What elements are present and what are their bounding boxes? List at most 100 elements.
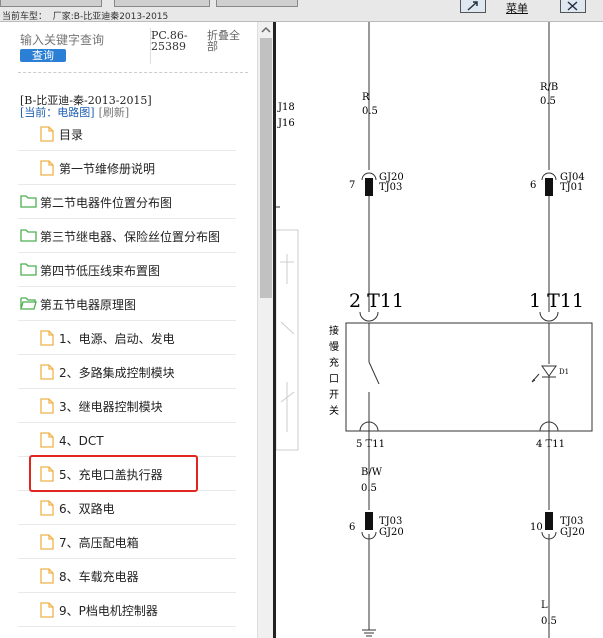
tree-item[interactable]: 2、多路集成控制模块 <box>18 355 236 389</box>
toolbar-tab-1[interactable] <box>0 0 102 7</box>
fold-all-button[interactable]: 折叠全部 <box>207 30 240 52</box>
conn-right-top-pin: 6 <box>530 180 536 191</box>
tree-item-label: 6、双路电 <box>59 502 115 516</box>
tree-item[interactable]: 3、继电器控制模块 <box>18 389 236 423</box>
tree-item[interactable]: 9、P档电机控制器 <box>18 593 236 627</box>
diode-icon <box>541 365 557 377</box>
file-icon <box>40 534 54 553</box>
connector-right-bottom <box>545 512 553 530</box>
scrollbar[interactable] <box>257 22 274 638</box>
file-icon <box>40 160 54 179</box>
tree-item[interactable]: 8、车载充电器 <box>18 559 236 593</box>
scrollbar-thumb[interactable] <box>260 38 272 298</box>
tree-item-label: 3、继电器控制模块 <box>59 400 163 414</box>
vehicle-label: 当前车型： <box>2 12 48 22</box>
tree-item[interactable]: 第一节维修册说明 <box>18 151 236 185</box>
conn-right-bottom-code1: TJ03 <box>560 516 583 527</box>
tree-item-label: 7、高压配电箱 <box>59 536 139 550</box>
connector-left-top <box>365 178 373 196</box>
tree-item[interactable]: 1、电源、启动、发电 <box>18 321 236 355</box>
pin-left-top-arc <box>359 311 379 322</box>
conn-right-top-code2: TJ01 <box>560 182 583 193</box>
svg-text:慢: 慢 <box>329 341 339 353</box>
watermark-strokes <box>280 254 295 432</box>
module-name-vertical: 接 慢 充 口 开 关 <box>329 324 339 417</box>
tree-item[interactable]: 第三节继电器、保险丝位置分布图 <box>18 219 236 253</box>
module-left-label: 2 T11 <box>349 290 404 312</box>
tree-item[interactable]: 7、高压配电箱 <box>18 525 236 559</box>
pin-left-bottom: 5 T11 <box>356 439 385 450</box>
tree-item-label: 第二节电器件位置分布图 <box>40 196 173 210</box>
catalog-panel: 查询 PC.86-25389 折叠全部 [B-比亚迪-秦-2013-2015] … <box>0 22 257 638</box>
pin-right-bottom: 4 T11 <box>536 439 565 450</box>
tree-item[interactable]: 第二节电器件位置分布图 <box>18 185 236 219</box>
tree-item-label: 8、车载充电器 <box>59 570 139 584</box>
menu-button[interactable]: 菜单 <box>506 0 528 16</box>
folder-open-icon <box>20 296 37 313</box>
pin-right-top-arc <box>539 311 559 322</box>
top-toolbar: 菜单 当前车型： 厂家:B-比亚迪秦2013-2015 <box>0 0 603 22</box>
diode-label: D1 <box>559 368 569 376</box>
wire-left-top-color: R <box>362 92 370 103</box>
svg-text:接: 接 <box>329 324 339 337</box>
connector-right-top <box>545 178 553 196</box>
ground-icon <box>362 629 376 637</box>
file-icon <box>40 398 54 417</box>
svg-text:充: 充 <box>329 356 339 369</box>
file-icon <box>40 602 54 621</box>
wire-right-top-gauge: 0.5 <box>540 96 556 107</box>
svg-text:开: 开 <box>329 390 339 401</box>
circuit-diagram[interactable]: J18 J16 R 0.5 7 GJ20 TJ03 2 T11 R/B 0.5 … <box>276 22 603 638</box>
file-icon <box>40 500 54 519</box>
tree-item[interactable]: 第五节电器原理图 <box>18 287 236 321</box>
tree-item-label: 第一节维修册说明 <box>59 162 156 176</box>
search-input[interactable] <box>20 33 145 47</box>
wire-right-bottom-color: L <box>541 600 548 611</box>
tree-item[interactable]: 目录 <box>18 117 236 151</box>
selected-item-highlight <box>29 455 198 492</box>
tree-item-label: 2、多路集成控制模块 <box>59 366 175 380</box>
tree-item-label: 目录 <box>59 128 84 142</box>
pc-code: PC.86- 25389 <box>151 29 188 53</box>
file-icon <box>40 568 54 587</box>
conn-left-bottom-code1: TJ03 <box>379 516 402 527</box>
tree-item[interactable]: 4、DCT <box>18 423 236 457</box>
wire-left-top-gauge: 0.5 <box>362 106 378 117</box>
conn-right-bottom-code2: GJ20 <box>560 527 585 538</box>
switch-blade <box>368 361 380 385</box>
svg-text:口: 口 <box>329 374 339 385</box>
conn-right-bottom-pin: 10 <box>530 522 543 533</box>
toolbar-tab-2[interactable] <box>114 0 210 7</box>
tree-item[interactable]: 第四节低压线束布置图 <box>18 253 236 287</box>
wire-right-bottom-gauge: 0.5 <box>541 616 557 627</box>
folder-icon <box>20 262 37 279</box>
scroll-up-icon[interactable] <box>258 22 274 36</box>
zoom-icon[interactable] <box>460 0 486 13</box>
folder-icon <box>20 194 37 211</box>
search-button[interactable]: 查询 <box>20 49 66 62</box>
wire-left-bottom-gauge: 0.5 <box>361 483 377 494</box>
divider <box>18 72 248 73</box>
wire-right-top-color: R/B <box>540 82 558 93</box>
connector-left-bottom <box>365 512 373 530</box>
file-icon <box>40 126 54 145</box>
toolbar-tab-3[interactable] <box>216 0 298 7</box>
conn-left-bottom-pin: 6 <box>349 522 355 533</box>
module-right-label: 1 T11 <box>529 290 584 312</box>
circuit-diagram-svg: J18 J16 R 0.5 7 GJ20 TJ03 2 T11 R/B 0.5 … <box>276 22 593 638</box>
tree-item-label: 1、电源、启动、发电 <box>59 332 175 346</box>
file-icon <box>40 364 54 383</box>
svg-text:关: 关 <box>329 404 339 417</box>
margin-label-2: J16 <box>277 118 295 129</box>
conn-left-top-code2: TJ03 <box>379 182 402 193</box>
fullscreen-icon[interactable] <box>560 0 586 13</box>
tree-item-label: 第四节低压线束布置图 <box>40 264 161 278</box>
tree-item-label: 4、DCT <box>59 434 104 448</box>
file-icon <box>40 432 54 451</box>
folder-icon <box>20 228 37 245</box>
conn-left-top-pin: 7 <box>349 180 355 191</box>
tree-item[interactable]: 6、双路电 <box>18 491 236 525</box>
tree-item-label: 第五节电器原理图 <box>40 298 137 312</box>
file-icon <box>40 330 54 349</box>
diode-light-arrow <box>531 373 540 383</box>
